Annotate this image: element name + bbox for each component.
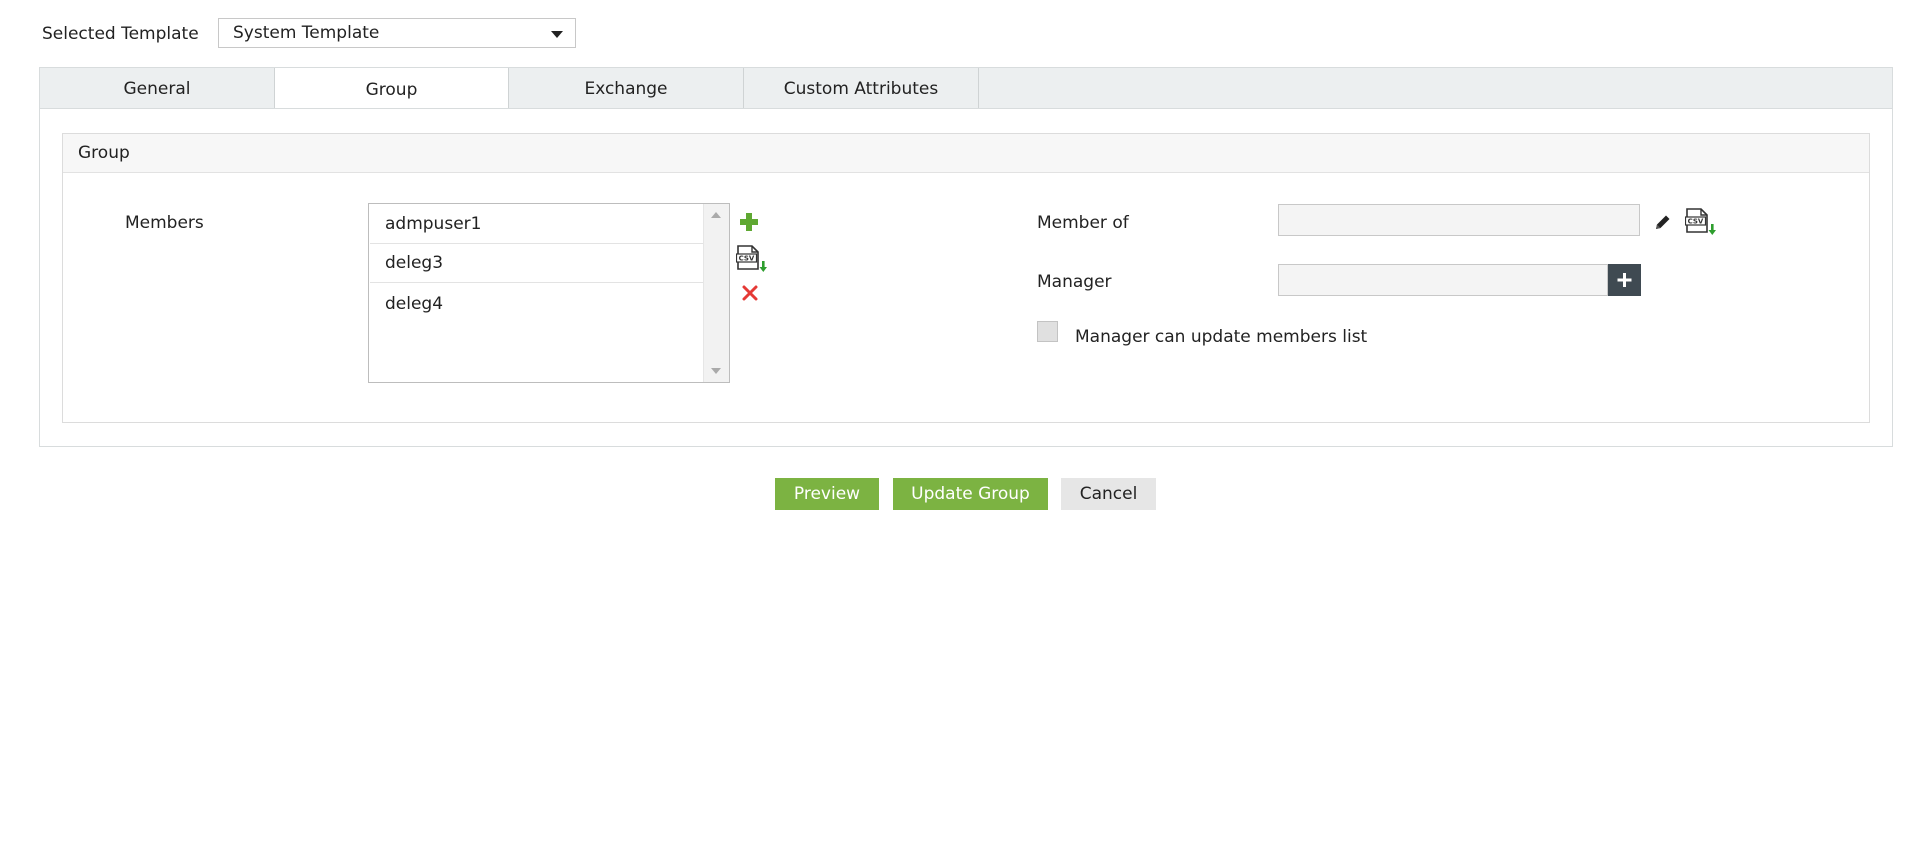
tab-strip: General Group Exchange Custom Attributes	[39, 67, 1893, 111]
group-panel: Group Members admpuser1 deleg3 deleg4 CS…	[62, 133, 1870, 423]
tab-label: Custom Attributes	[783, 79, 939, 99]
tab-label: Exchange	[584, 79, 668, 99]
list-item[interactable]: deleg3	[370, 244, 703, 283]
manager-label: Manager	[1037, 272, 1112, 292]
members-scrollbar[interactable]	[703, 204, 729, 382]
preview-button-label: Preview	[793, 484, 861, 504]
tab-exchange[interactable]: Exchange	[509, 68, 744, 110]
member-name: deleg3	[385, 253, 444, 273]
pencil-icon	[1656, 215, 1670, 229]
edit-member-of-button[interactable]	[1654, 213, 1672, 231]
manager-field[interactable]	[1278, 264, 1608, 296]
template-select[interactable]: System Template	[218, 18, 576, 48]
member-of-label: Member of	[1037, 213, 1129, 233]
scroll-up-arrow-icon[interactable]	[711, 212, 721, 218]
manager-update-checkbox[interactable]	[1037, 321, 1058, 342]
svg-text:CSV: CSV	[1688, 218, 1704, 226]
scroll-down-arrow-icon[interactable]	[711, 368, 721, 374]
import-member-of-csv-button[interactable]: CSV	[1684, 208, 1717, 236]
tab-label: Group	[365, 79, 418, 100]
tab-label: General	[123, 79, 191, 99]
tab-general[interactable]: General	[40, 68, 275, 110]
update-group-button[interactable]: Update Group	[893, 478, 1048, 510]
import-members-csv-button[interactable]: CSV	[735, 245, 768, 273]
tab-group[interactable]: Group	[274, 68, 509, 111]
panel-title: Group	[63, 134, 1869, 173]
preview-button[interactable]: Preview	[775, 478, 879, 510]
csv-import-icon: CSV	[735, 245, 767, 272]
tab-custom-attributes[interactable]: Custom Attributes	[744, 68, 979, 110]
template-select-value: System Template	[233, 23, 380, 43]
plus-icon	[740, 213, 758, 231]
add-member-button[interactable]	[739, 212, 759, 232]
csv-import-icon: CSV	[1684, 208, 1716, 235]
modify-group-page: Selected Template System Template Genera…	[0, 0, 1920, 842]
plus-icon	[1617, 273, 1632, 287]
manager-update-label: Manager can update members list	[1075, 327, 1368, 347]
remove-member-button[interactable]	[741, 284, 759, 302]
member-name: admpuser1	[385, 214, 482, 234]
tab-content: Group Members admpuser1 deleg3 deleg4 CS…	[39, 108, 1893, 447]
select-manager-button[interactable]	[1608, 264, 1641, 296]
template-row: Selected Template System Template	[42, 18, 576, 50]
close-icon	[742, 285, 758, 301]
cancel-button-label: Cancel	[1079, 484, 1138, 504]
members-label: Members	[125, 213, 204, 233]
members-list[interactable]: admpuser1 deleg3 deleg4	[368, 203, 730, 383]
update-group-button-label: Update Group	[911, 484, 1030, 504]
chevron-down-icon	[551, 31, 563, 38]
list-item[interactable]: admpuser1	[370, 205, 703, 244]
svg-text:CSV: CSV	[739, 255, 755, 263]
member-name: deleg4	[385, 294, 444, 314]
cancel-button[interactable]: Cancel	[1061, 478, 1156, 510]
list-item[interactable]: deleg4	[370, 283, 703, 325]
member-of-field[interactable]	[1278, 204, 1640, 236]
template-label: Selected Template	[42, 24, 199, 44]
